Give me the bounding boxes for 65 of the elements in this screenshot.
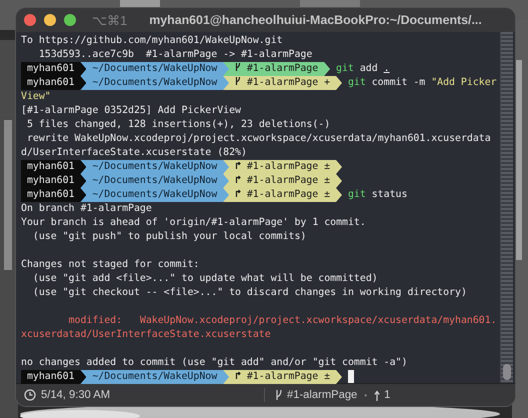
- minimize-button[interactable]: [44, 14, 56, 26]
- window-title: myhan601@hancheolhuiui-MacBookPro:~/Documents/...: [149, 13, 482, 27]
- output-line: rewrite WakeUpNow.xcodeproj/project.xcworkspace/xcuserdata/myhan601.xcuserdatad/UserInterfaceState.xcuserstate (82%): [21, 132, 492, 160]
- quoted-string: View": [21, 90, 52, 104]
- status-symbol: ±: [324, 371, 330, 382]
- status-symbol: ±: [324, 161, 330, 172]
- clock-icon: [24, 389, 36, 401]
- output-line: (use "git push" to publish your local commits): [32, 230, 308, 244]
- user-segment: myhan601: [21, 174, 86, 188]
- branch-name: #1-alarmPage: [287, 389, 358, 401]
- separator-dot: •: [364, 390, 368, 400]
- status-symbol: ±: [324, 189, 330, 200]
- hook-arrow-icon: [234, 370, 241, 380]
- output-line: [#1-alarmPage 0352d25] Add PickerView: [21, 104, 242, 118]
- command-name: git: [336, 63, 354, 74]
- hook-arrow-icon: [234, 188, 241, 198]
- status-symbol: +: [324, 77, 330, 88]
- timestamp: 5/14, 9:30 AM: [41, 389, 110, 401]
- branch-label: #1-alarmPage: [246, 63, 318, 74]
- path-argument: .: [384, 63, 390, 74]
- branch-icon: [234, 62, 241, 72]
- output-line: Your branch is ahead of 'origin/#1-alarmPage' by 1 commit.: [21, 216, 367, 230]
- command-argument: commit -m: [372, 77, 426, 88]
- user-segment: myhan601: [21, 62, 86, 76]
- output-line: (use "git add <file>..." to update what will be committed): [32, 272, 379, 286]
- up-arrow-icon: [374, 390, 380, 400]
- ahead-count: 1: [384, 389, 390, 401]
- path-segment: ~/Documents/WakeUpNow: [80, 160, 230, 174]
- path-segment: ~/Documents/WakeUpNow: [80, 76, 230, 90]
- output-line: Changes not staged for commit:: [21, 258, 200, 272]
- branch-label: #1-alarmPage: [246, 189, 318, 200]
- shortcut-label: ⌥⌘1: [92, 12, 128, 28]
- path-segment: ~/Documents/WakeUpNow: [80, 370, 230, 384]
- user-segment: myhan601: [21, 188, 86, 202]
- command-name: git: [348, 189, 366, 200]
- user-segment: myhan601: [21, 160, 86, 174]
- command-argument: add: [360, 63, 378, 74]
- quoted-string: "Add Picker: [431, 77, 497, 88]
- user-segment: myhan601: [21, 76, 86, 90]
- path-segment: ~/Documents/WakeUpNow: [80, 188, 230, 202]
- hook-arrow-icon: [234, 174, 241, 184]
- output-line: On branch #1-alarmPage: [21, 202, 153, 216]
- path-segment: ~/Documents/WakeUpNow: [80, 62, 230, 76]
- output-line: 153d593..ace7c9b #1-alarmPage -> #1-alarmPage: [38, 48, 314, 62]
- status-symbol: ±: [324, 175, 330, 186]
- branch-label: #1-alarmPage: [246, 175, 318, 186]
- user-segment: myhan601: [21, 370, 86, 384]
- path-segment: ~/Documents/WakeUpNow: [80, 174, 230, 188]
- close-button[interactable]: [24, 14, 36, 26]
- scroll-bar[interactable]: [500, 32, 513, 383]
- branch-label: #1-alarmPage: [246, 77, 318, 88]
- output-line: To https://github.com/myhan601/WakeUpNow.git: [21, 34, 284, 48]
- branch-label: #1-alarmPage: [246, 161, 318, 172]
- hook-arrow-icon: [234, 160, 241, 170]
- branch-icon: [234, 76, 241, 86]
- zoom-button[interactable]: [64, 14, 76, 26]
- branch-label: #1-alarmPage: [246, 371, 318, 382]
- command-argument: status: [372, 189, 408, 200]
- output-line: no changes added to commit (use "git add" and/or "git commit -a"): [21, 356, 408, 370]
- branch-icon: [275, 389, 283, 401]
- output-line: (use "git checkout -- <file>..." to discard changes in working directory): [32, 286, 468, 300]
- command-name: git: [348, 77, 366, 88]
- error-line: modified: WakeUpNow.xcodeproj/project.xcworkspace/xcuserdata/myhan601.xcuserdatad/UserInterfaceState.xcuserstate: [21, 314, 497, 342]
- scroll-thumb[interactable]: [503, 364, 511, 380]
- output-line: 5 files changed, 128 insertions(+), 23 deletions(-): [26, 118, 332, 132]
